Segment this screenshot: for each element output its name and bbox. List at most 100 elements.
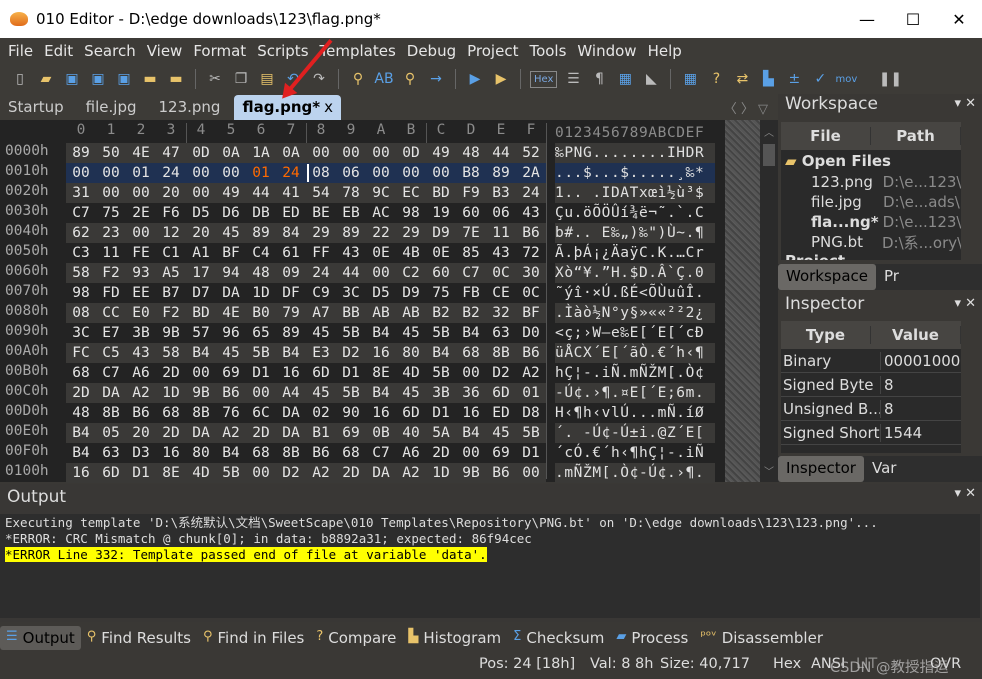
hex-byte[interactable]: 4E xyxy=(126,143,156,163)
ascii-text[interactable]: <ç;›W–e‰E[´E[´cÐ xyxy=(555,323,704,343)
hex-byte[interactable]: 01 xyxy=(126,163,156,183)
hex-byte[interactable]: 43 xyxy=(336,243,366,263)
menu-search[interactable]: Search xyxy=(80,42,140,60)
hex-byte[interactable]: 00 xyxy=(306,143,336,163)
hex-byte[interactable]: 8B xyxy=(96,403,126,423)
run-script-icon[interactable]: ▶ xyxy=(465,69,485,89)
hex-byte[interactable]: 11 xyxy=(486,223,516,243)
hex-byte[interactable]: 43 xyxy=(516,203,546,223)
menu-view[interactable]: View xyxy=(143,42,187,60)
hex-byte[interactable]: D9 xyxy=(426,223,456,243)
hex-byte[interactable]: 2D xyxy=(156,423,186,443)
hex-byte[interactable]: 00 xyxy=(186,363,216,383)
hex-byte[interactable]: 50 xyxy=(96,143,126,163)
hex-byte[interactable]: 48 xyxy=(66,403,96,423)
hex-byte[interactable]: C3 xyxy=(66,243,96,263)
tab-close-icon[interactable]: x xyxy=(324,98,333,116)
hex-byte[interactable]: 8B xyxy=(276,443,306,463)
hex-byte[interactable]: 01 xyxy=(516,383,546,403)
menu-debug[interactable]: Debug xyxy=(403,42,460,60)
hex-byte[interactable]: B6 xyxy=(126,403,156,423)
hex-byte[interactable]: 89 xyxy=(276,323,306,343)
hex-byte[interactable]: D1 xyxy=(516,443,546,463)
hex-byte[interactable]: D2 xyxy=(486,363,516,383)
hex-byte[interactable]: 16 xyxy=(456,403,486,423)
hex-byte[interactable]: 9B xyxy=(456,463,486,483)
hex-byte[interactable]: C1 xyxy=(156,243,186,263)
hex-byte[interactable]: C7 xyxy=(96,363,126,383)
hex-byte[interactable]: 75 xyxy=(426,283,456,303)
hex-byte[interactable]: C7 xyxy=(456,263,486,283)
hex-byte[interactable]: 80 xyxy=(396,343,426,363)
hex-byte[interactable]: 76 xyxy=(216,403,246,423)
hex-byte[interactable]: A7 xyxy=(306,303,336,323)
checksum-icon[interactable]: ± xyxy=(784,69,804,89)
hex-byte[interactable]: 54 xyxy=(306,183,336,203)
ascii-text[interactable]: Çu.öÕÖÛí¾ë¬˜.`.C xyxy=(555,203,704,223)
hex-byte[interactable]: BB xyxy=(336,303,366,323)
hex-editor[interactable]: ︿ ﹀ 0123456789ABCDEF 0 1 2 3 4 5 6 7 8 9 A B C D E F 0000… xyxy=(0,120,778,483)
hex-byte[interactable]: D1 xyxy=(426,403,456,423)
panel-close-icon[interactable]: ▾ ✕ xyxy=(954,296,976,311)
hex-byte[interactable]: 40 xyxy=(396,423,426,443)
hex-byte[interactable]: 96 xyxy=(216,323,246,343)
hex-byte[interactable]: D3 xyxy=(126,443,156,463)
redo-icon[interactable]: ↷ xyxy=(309,69,329,89)
hex-byte[interactable]: 65 xyxy=(246,323,276,343)
checkmark-icon[interactable]: ✓ xyxy=(810,69,830,89)
hex-byte[interactable]: 3B xyxy=(426,383,456,403)
hex-byte[interactable]: 4E xyxy=(216,303,246,323)
workspace-file[interactable]: fla...ng* D:\e...123\ xyxy=(781,212,961,232)
hex-byte[interactable]: 0E xyxy=(366,243,396,263)
hex-byte[interactable]: 00 xyxy=(366,263,396,283)
hex-byte[interactable]: C7 xyxy=(366,443,396,463)
hex-byte[interactable]: 5B xyxy=(426,363,456,383)
hex-byte[interactable]: 00 xyxy=(126,183,156,203)
hex-byte[interactable]: 00 xyxy=(366,143,396,163)
hex-byte[interactable]: B8 xyxy=(456,163,486,183)
hex-byte[interactable]: 2D xyxy=(426,443,456,463)
hex-byte[interactable]: 3C xyxy=(66,323,96,343)
hex-byte[interactable]: DA xyxy=(96,383,126,403)
hex-byte[interactable]: 98 xyxy=(396,203,426,223)
hex-byte[interactable]: DA xyxy=(216,283,246,303)
panel-close-icon[interactable]: ▾ ✕ xyxy=(954,96,976,111)
open-folder-icon[interactable]: ▰ xyxy=(36,69,56,89)
hex-byte[interactable]: 08 xyxy=(306,163,336,183)
compare-icon[interactable]: ? xyxy=(706,69,726,89)
inspector-row[interactable]: Unsigned B... 8 xyxy=(781,397,961,421)
ascii-text[interactable]: ´. -Ú¢-Ú±i.@Z´E[ xyxy=(555,423,704,443)
hex-byte[interactable]: 36 xyxy=(456,383,486,403)
hex-byte[interactable]: 49 xyxy=(216,183,246,203)
save-icon[interactable]: ▣ xyxy=(62,69,82,89)
tab-123-png[interactable]: 123.png xyxy=(151,95,229,120)
hex-byte[interactable]: 93 xyxy=(126,263,156,283)
hex-byte[interactable]: ED xyxy=(276,203,306,223)
ascii-text[interactable]: H‹¶h‹vlÚ...mÑ.íØ xyxy=(555,403,704,423)
pilcrow-icon[interactable]: ¶ xyxy=(589,69,609,89)
hex-byte[interactable]: 44 xyxy=(486,143,516,163)
hex-byte[interactable]: 0C xyxy=(486,263,516,283)
hex-byte[interactable]: 6D xyxy=(486,383,516,403)
hex-byte[interactable]: 9B xyxy=(186,383,216,403)
hex-byte[interactable]: 5A xyxy=(426,423,456,443)
hex-byte[interactable]: 60 xyxy=(426,263,456,283)
new-file-icon[interactable]: ▯ xyxy=(10,69,30,89)
tab-startup[interactable]: Startup xyxy=(0,95,72,120)
hex-byte[interactable]: 68 xyxy=(246,443,276,463)
hex-byte[interactable]: 00 xyxy=(426,163,456,183)
hex-byte[interactable]: 4B xyxy=(396,243,426,263)
hex-byte[interactable]: B6 xyxy=(216,383,246,403)
hex-byte[interactable]: 24 xyxy=(156,163,186,183)
hex-byte[interactable]: 84 xyxy=(276,223,306,243)
hex-byte[interactable]: 8E xyxy=(366,363,396,383)
hex-byte[interactable]: 22 xyxy=(366,223,396,243)
hex-byte[interactable]: 45 xyxy=(396,383,426,403)
hex-byte[interactable]: FC xyxy=(66,343,96,363)
hex-byte[interactable]: D5 xyxy=(186,203,216,223)
col-type[interactable]: Type xyxy=(781,326,871,344)
hex-byte[interactable]: DA xyxy=(276,423,306,443)
hex-byte[interactable]: BF xyxy=(216,243,246,263)
columns-icon[interactable]: ▦ xyxy=(615,69,635,89)
line-width-icon[interactable]: ☰ xyxy=(563,69,583,89)
